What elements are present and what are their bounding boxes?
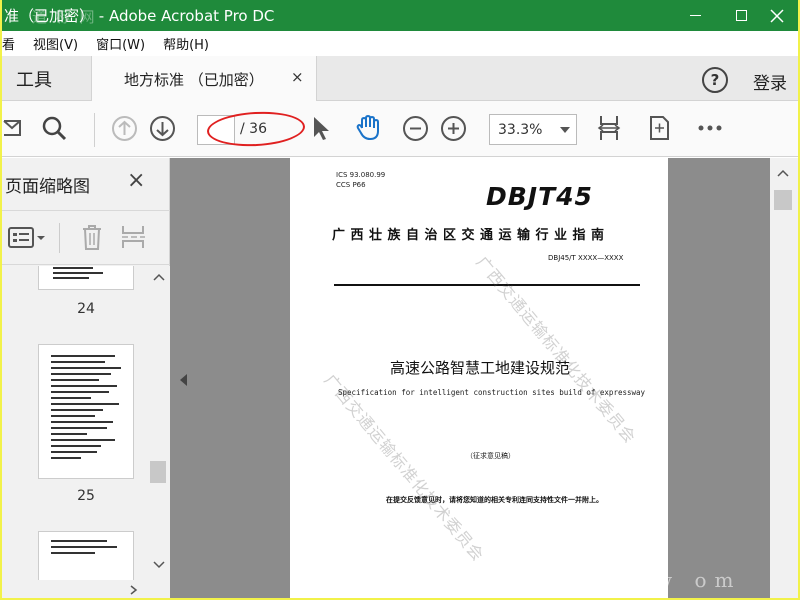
- page-thumbnail[interactable]: [38, 344, 134, 479]
- thumbnail-horizontal-scrollbar[interactable]: [2, 580, 148, 598]
- thumbnail-panel-title: 页面缩略图: [5, 177, 90, 197]
- site-watermark-bottom: w om: [655, 568, 742, 592]
- login-button[interactable]: 登录: [753, 69, 787, 94]
- menu-item-view[interactable]: 视图(V): [33, 34, 78, 53]
- chevron-down-icon: [560, 127, 570, 133]
- thumbnail-list: 24 25: [2, 266, 148, 598]
- trash-icon[interactable]: [80, 223, 104, 251]
- document-scrollbar[interactable]: [770, 158, 798, 598]
- zoom-value: 33.3%: [498, 122, 543, 138]
- previous-page-button[interactable]: [112, 116, 137, 141]
- doc-logo: DBJT45: [486, 182, 593, 211]
- doc-watermark: 广西交通运输标准化技术委员会: [472, 252, 640, 448]
- help-icon[interactable]: ?: [702, 67, 728, 93]
- thumbnail-panel: 页面缩略图 × 24 25: [2, 158, 170, 598]
- doc-organization: 广西壮族自治区交通运输行业指南: [332, 228, 610, 243]
- thumbnail-scroll-thumb[interactable]: [150, 461, 166, 483]
- menu-bar: 看 视图(V) 窗口(W) 帮助(H): [2, 31, 798, 56]
- close-icon: [770, 8, 784, 23]
- menu-item-window[interactable]: 窗口(W): [96, 34, 145, 53]
- pdf-page: ICS 93.080.99 CCS P66 DBJT45 广西壮族自治区交通运输…: [290, 158, 668, 598]
- doc-ics-ccs: ICS 93.080.99 CCS P66: [336, 170, 385, 190]
- tab-tools[interactable]: 工具: [16, 66, 52, 92]
- minimize-icon: [689, 14, 701, 17]
- doc-draft-label: （征求意见稿）: [466, 452, 515, 460]
- thumbnail-panel-close-icon[interactable]: ×: [127, 168, 145, 193]
- scroll-up-icon[interactable]: [152, 272, 166, 282]
- fit-width-icon[interactable]: [595, 114, 623, 142]
- page-thumbnail[interactable]: [38, 266, 134, 290]
- tab-close-icon[interactable]: ×: [291, 68, 304, 86]
- thumbnail-options-icon[interactable]: [8, 226, 48, 250]
- more-options-icon[interactable]: [696, 114, 724, 142]
- extract-pages-icon[interactable]: [120, 223, 146, 251]
- document-viewport[interactable]: ICS 93.080.99 CCS P66 DBJT45 广西壮族自治区交通运输…: [170, 158, 770, 598]
- doc-ccs: CCS P66: [336, 181, 366, 189]
- zoom-in-button[interactable]: [441, 116, 466, 141]
- plus-icon: [448, 123, 459, 134]
- scroll-right-icon[interactable]: [128, 584, 140, 596]
- full-screen-icon[interactable]: [645, 114, 673, 142]
- select-cursor-icon[interactable]: [307, 114, 335, 142]
- thumbnail-scrollbar[interactable]: [148, 266, 170, 598]
- thumbnail-label: 24: [77, 301, 95, 317]
- collapse-panel-icon[interactable]: [180, 374, 187, 386]
- doc-title: 高速公路智慧工地建设规范: [390, 359, 571, 377]
- menu-item-help[interactable]: 帮助(H): [163, 34, 209, 53]
- site-watermark-top: 道 标 网: [32, 8, 97, 26]
- tab-document[interactable]: 地方标准 （已加密） ×: [91, 56, 317, 101]
- title-bar: 准（已加密） - Adobe Acrobat Pro DC 道 标 网: [2, 0, 798, 31]
- arrow-up-icon: [118, 120, 131, 135]
- email-icon[interactable]: [2, 114, 30, 142]
- maximize-icon: [735, 10, 747, 21]
- doc-ics: ICS 93.080.99: [336, 171, 386, 179]
- document-scroll-thumb[interactable]: [774, 190, 792, 210]
- thumbnail-panel-toolbar: [2, 210, 170, 265]
- doc-code: DBJ45/T XXXX—XXXX: [548, 254, 624, 262]
- toolbar-divider: [94, 113, 95, 147]
- close-window-button[interactable]: [754, 0, 798, 31]
- menu-item-view-partial[interactable]: 看: [2, 34, 15, 53]
- toolbar: / 36 33.3%: [2, 101, 798, 157]
- zoom-out-button[interactable]: [403, 116, 428, 141]
- scroll-down-icon[interactable]: [152, 560, 166, 570]
- thumbnail-content: [53, 267, 103, 279]
- next-page-button[interactable]: [150, 116, 175, 141]
- zoom-select[interactable]: 33.3%: [489, 114, 577, 145]
- hand-tool-icon[interactable]: [354, 114, 382, 142]
- arrow-down-icon: [156, 122, 169, 137]
- panel-divider: [59, 223, 60, 253]
- scroll-up-icon[interactable]: [776, 168, 790, 178]
- search-icon[interactable]: [40, 114, 68, 142]
- tab-document-label: 地方标准 （已加密）: [124, 71, 264, 89]
- thumbnail-label: 25: [77, 488, 95, 504]
- tab-bar: 工具 地方标准 （已加密） × ? 登录: [2, 56, 798, 101]
- minimize-button[interactable]: [672, 0, 718, 31]
- acrobat-window: 准（已加密） - Adobe Acrobat Pro DC 道 标 网 看 视图…: [2, 0, 798, 598]
- minus-icon: [410, 127, 421, 130]
- thumbnail-content: [51, 355, 121, 459]
- doc-watermark: 广西交通运输标准化技术委员会: [320, 370, 488, 566]
